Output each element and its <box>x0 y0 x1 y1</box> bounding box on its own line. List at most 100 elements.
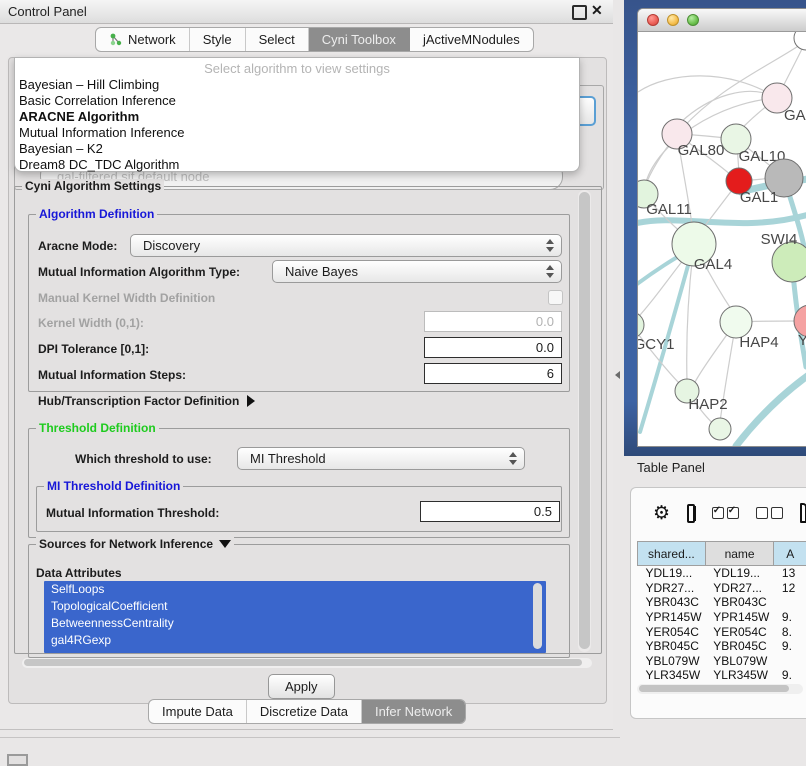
cell-name[interactable]: YPR145W <box>705 610 774 625</box>
cell-partial[interactable]: 12 <box>774 581 806 596</box>
cell-shared-name[interactable]: YLR345W <box>638 668 706 683</box>
manual-kernel-checkbox[interactable] <box>548 290 563 305</box>
network-window-titlebar[interactable] <box>638 9 806 32</box>
cell-partial[interactable]: 13 <box>774 566 806 581</box>
node-label-swi4: SWI4 <box>761 231 798 248</box>
cell-name[interactable]: YER054C <box>705 624 774 639</box>
cell-shared-name[interactable]: YDL19... <box>638 566 706 581</box>
cell-name[interactable]: YLR345W <box>705 668 774 683</box>
aracne-mode-combo[interactable]: Discovery <box>130 234 562 257</box>
dropdown-item[interactable]: Dream8 DC_TDC Algorithm <box>15 157 579 173</box>
dropdown-item[interactable]: Bayesian – Hill Climbing <box>15 77 579 93</box>
cell-partial[interactable]: 9. <box>774 668 806 683</box>
network-node-swi4[interactable] <box>772 242 806 282</box>
attribute-item-selected[interactable]: TopologicalCoefficient <box>44 598 546 615</box>
node-label-hap2: HAP2 <box>688 396 727 413</box>
dropdown-item[interactable]: Mutual Information Inference <box>15 125 579 141</box>
data-attributes-list[interactable]: SelfLoops TopologicalCoefficient Between… <box>44 581 546 653</box>
settings-horizontal-scrollbar[interactable] <box>22 658 592 668</box>
cell-shared-name[interactable]: YPR145W <box>638 610 706 625</box>
table-row[interactable]: YLR345W YLR345W 9. <box>638 668 806 683</box>
columns-icon[interactable] <box>687 504 695 523</box>
mi-threshold-field[interactable]: 0.5 <box>420 501 560 522</box>
aracne-mode-label: Aracne Mode: <box>38 239 117 253</box>
mi-type-label: Mutual Information Algorithm Type: <box>38 265 240 279</box>
mi-steps-value: 6 <box>547 366 554 381</box>
tab-select[interactable]: Select <box>246 28 309 51</box>
zoom-traffic-light-icon[interactable] <box>687 14 699 26</box>
attribute-item-selected[interactable]: SelfLoops <box>44 581 546 598</box>
column-header-partial[interactable]: A <box>774 542 806 566</box>
cell-name[interactable]: YDL19... <box>705 566 774 581</box>
combo-stepper-icon <box>546 265 554 278</box>
tab-infer-network[interactable]: Infer Network <box>362 700 465 723</box>
settings-vertical-scrollbar[interactable] <box>578 190 591 652</box>
table-row[interactable]: YBR043C YBR043C <box>638 595 806 610</box>
tab-impute-data[interactable]: Impute Data <box>149 700 247 723</box>
cell-name[interactable]: YBR043C <box>705 595 774 610</box>
apply-button[interactable]: Apply <box>268 674 335 699</box>
network-view-window[interactable]: GALGAL80GAL10GAL1GAL11GAL4SWI4GCY1HAP4YH… <box>637 8 806 447</box>
dropdown-item[interactable]: ARACNE Algorithm <box>15 109 579 125</box>
cell-partial[interactable]: 8. <box>774 624 806 639</box>
kernel-width-field[interactable]: 0.0 <box>424 311 562 332</box>
dpi-tolerance-value: 0.0 <box>536 340 554 355</box>
gear-icon[interactable]: ⚙ <box>653 502 670 524</box>
tab-style[interactable]: Style <box>190 28 246 51</box>
mi-steps-field[interactable]: 6 <box>424 363 562 384</box>
table-row[interactable]: YBL079W YBL079W <box>638 654 806 669</box>
bottom-left-grip[interactable] <box>7 754 28 766</box>
dropdown-item-list: Bayesian – Hill Climbing Basic Correlati… <box>15 77 579 173</box>
minimize-traffic-light-icon[interactable] <box>667 14 679 26</box>
cell-name[interactable]: YBL079W <box>705 654 774 669</box>
cell-partial[interactable] <box>774 654 806 669</box>
mi-threshold-definition-title: MI Threshold Definition <box>44 479 183 493</box>
cell-name[interactable]: YDR27... <box>705 581 774 596</box>
table-row[interactable]: YDL19... YDL19... 13 <box>638 566 806 581</box>
attribute-item-selected[interactable]: BetweennessCentrality <box>44 615 546 632</box>
tab-network[interactable]: Network <box>96 28 190 51</box>
dropdown-item[interactable]: Basic Correlation Inference <box>15 93 579 109</box>
bottom-divider <box>0 737 620 738</box>
cell-partial[interactable] <box>774 595 806 610</box>
cell-shared-name[interactable]: YBR045C <box>638 639 706 654</box>
cell-shared-name[interactable]: YBL079W <box>638 654 706 669</box>
table-row[interactable]: YBR045C YBR045C 9. <box>638 639 806 654</box>
dpi-tolerance-field[interactable]: 0.0 <box>424 337 562 358</box>
tab-cyni-toolbox[interactable]: Cyni Toolbox <box>309 28 410 51</box>
hub-definition-expander[interactable]: Hub/Transcription Factor Definition <box>38 394 255 408</box>
network-graph[interactable]: GALGAL80GAL10GAL1GAL11GAL4SWI4GCY1HAP4YH… <box>638 32 806 446</box>
node-table: shared... name A YDL19... YDL19... 13 YD… <box>637 541 806 697</box>
cell-name[interactable]: YBR045C <box>705 639 774 654</box>
network-node-gcy1[interactable] <box>638 312 644 338</box>
cell-shared-name[interactable]: YBR043C <box>638 595 706 610</box>
select-all-icon[interactable] <box>712 507 739 519</box>
table-row[interactable]: YPR145W YPR145W 9. <box>638 610 806 625</box>
control-panel-tabbar: Network Style Select Cyni Toolbox jActiv… <box>95 27 534 52</box>
splitpane-collapse-arrow[interactable] <box>615 371 620 379</box>
table-row[interactable]: YER054C YER054C 8. <box>638 624 806 639</box>
node-label-gal1: GAL1 <box>740 189 778 206</box>
cell-shared-name[interactable]: YER054C <box>638 624 706 639</box>
tab-discretize-data[interactable]: Discretize Data <box>247 700 362 723</box>
network-node-bottom-partial[interactable] <box>709 418 731 440</box>
float-window-icon[interactable] <box>572 5 587 20</box>
cell-partial[interactable]: 9. <box>774 639 806 654</box>
dropdown-item[interactable]: Bayesian – K2 <box>15 141 579 157</box>
attribute-item-selected[interactable]: gal4RGexp <box>44 632 546 649</box>
column-header-shared-name[interactable]: shared... <box>638 542 706 566</box>
attributes-list-scrollbar[interactable] <box>533 583 542 649</box>
cell-partial[interactable]: 9. <box>774 610 806 625</box>
export-table-icon[interactable] <box>800 503 806 523</box>
close-traffic-light-icon[interactable] <box>647 14 659 26</box>
column-header-name[interactable]: name <box>705 542 774 566</box>
mi-type-combo[interactable]: Naive Bayes <box>272 260 562 283</box>
network-canvas[interactable]: GALGAL80GAL10GAL1GAL11GAL4SWI4GCY1HAP4YH… <box>638 32 806 446</box>
table-horizontal-scrollbar[interactable] <box>637 684 803 694</box>
close-icon[interactable]: ✕ <box>591 2 603 19</box>
deselect-all-icon[interactable] <box>756 507 783 519</box>
which-threshold-combo[interactable]: MI Threshold <box>237 447 525 470</box>
table-row[interactable]: YDR27... YDR27... 12 <box>638 581 806 596</box>
tab-jactivemnodules[interactable]: jActiveMNodules <box>410 28 533 51</box>
cell-shared-name[interactable]: YDR27... <box>638 581 706 596</box>
